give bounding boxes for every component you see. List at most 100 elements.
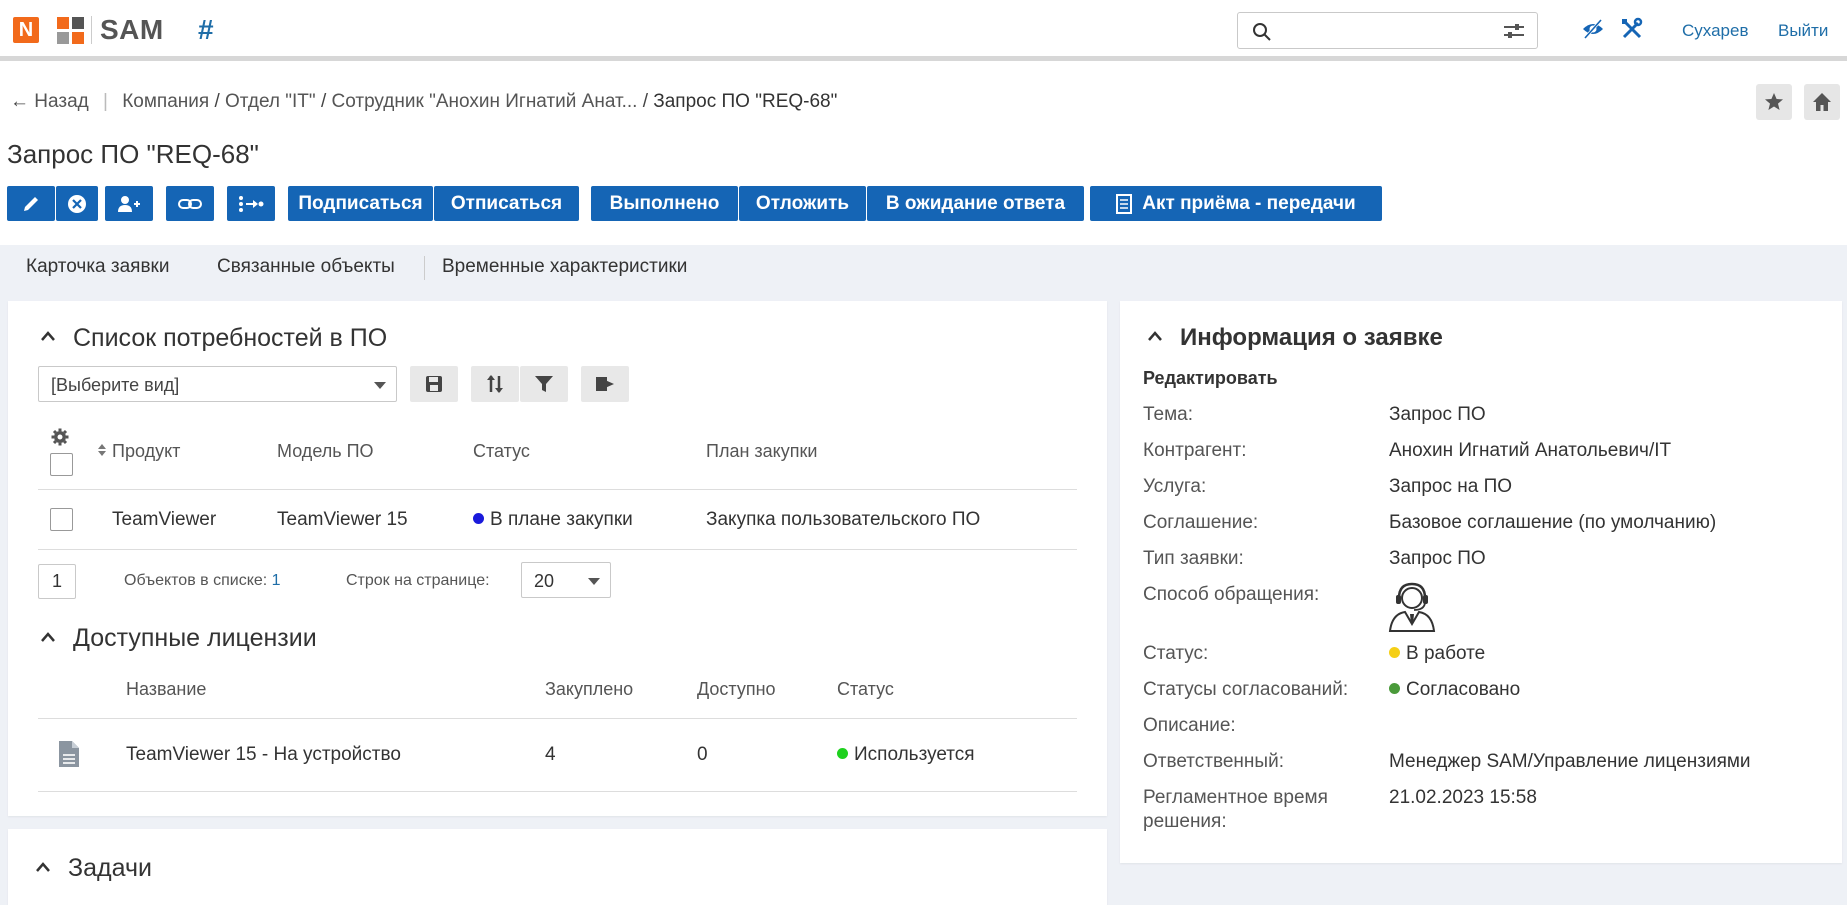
collapse-licenses-icon[interactable] [40,631,56,643]
back-link[interactable]: Назад [34,91,88,112]
row-checkbox[interactable] [50,508,73,531]
lic-col-name[interactable]: Название [126,679,206,700]
sort-button[interactable] [471,366,519,402]
add-user-icon [118,195,140,212]
sort-icon [487,375,503,393]
breadcrumb-company[interactable]: Компания [122,91,209,112]
status-text: В работе [1406,643,1486,664]
act-button[interactable]: Акт приёма - передачи [1090,186,1382,221]
rows-per-page-label: Строк на странице: [346,572,490,589]
table-divider [38,549,1077,550]
close-circle-icon [68,194,86,213]
link-button[interactable] [166,186,214,221]
row-model-link[interactable]: TeamViewer 15 [277,509,408,531]
theme-value: Запрос ПО [1389,404,1486,425]
pencil-icon [24,196,38,211]
type-value: Запрос ПО [1389,548,1486,569]
operator-headset-icon [1388,582,1436,632]
status-dot [1389,647,1400,658]
save-view-button[interactable] [410,366,458,402]
col-model[interactable]: Модель ПО [277,441,374,462]
home-button[interactable] [1804,84,1840,120]
status-dot [1389,683,1400,694]
rows-per-page-select[interactable]: 20 [521,562,611,598]
done-button[interactable]: Выполнено [591,186,738,221]
tasks-panel [8,829,1107,905]
filter-settings-icon[interactable] [1503,22,1525,40]
contractor-link[interactable]: Анохин Игнатий Анатольевич/IT [1389,440,1671,462]
type-label: Тип заявки: [1143,548,1244,569]
table-divider [38,489,1077,490]
lic-col-available[interactable]: Доступно [697,679,776,700]
tab-card[interactable]: Карточка заявки [7,246,189,287]
edit-link[interactable]: Редактировать [1143,368,1278,389]
tools-icon[interactable] [1620,17,1644,41]
collapse-tasks-icon[interactable] [35,861,51,873]
lic-col-bought[interactable]: Закуплено [545,679,633,700]
postpone-button[interactable]: Отложить [739,186,866,221]
chevron-down-icon [588,578,600,585]
export-button[interactable] [581,366,629,402]
deadline-label-line1: Регламентное время [1143,787,1328,808]
lic-col-status[interactable]: Статус [837,679,894,700]
search-box[interactable] [1237,12,1538,49]
route-button[interactable] [227,186,275,221]
page-number-button[interactable]: 1 [38,564,76,599]
edit-button[interactable] [7,186,55,221]
license-status: Используется [837,744,975,766]
count-label: Объектов в списке: [124,572,268,589]
service-link[interactable]: Запрос на ПО [1389,476,1512,498]
status-dot [473,513,484,524]
agreement-link[interactable]: Базовое соглашение (по умолчанию) [1389,512,1716,534]
search-icon [1253,23,1271,41]
subscribe-button[interactable]: Подписаться [288,186,433,221]
sort-arrows-icon[interactable] [98,443,106,457]
select-all-checkbox[interactable] [50,453,73,476]
star-icon [1765,93,1783,110]
status-dot [837,748,848,759]
unsubscribe-button[interactable]: Отписаться [434,186,579,221]
agreement-label: Соглашение: [1143,512,1259,533]
cancel-request-button[interactable] [56,186,98,221]
home-icon [1813,93,1831,111]
back-arrow-icon[interactable]: ← [10,91,29,112]
row-plan-link[interactable]: Закупка пользовательского ПО [706,509,980,531]
theme-label: Тема: [1143,404,1194,425]
filter-icon [535,376,553,392]
status-label: Статус: [1143,643,1209,664]
collapse-info-icon[interactable] [1147,330,1163,342]
license-available: 0 [697,744,708,765]
license-name-link[interactable]: TeamViewer 15 - На устройство [126,744,401,766]
col-product[interactable]: Продукт [112,441,180,462]
collapse-needs-icon[interactable] [40,330,56,342]
status-value: В работе [1389,643,1485,665]
waiting-response-button[interactable]: В ожидание ответа [867,186,1084,221]
logout-link[interactable]: Выйти [1778,21,1828,41]
tab-timing[interactable]: Временные характеристики [423,246,706,287]
view-select[interactable]: [Выберите вид] [38,366,397,402]
contractor-label: Контрагент: [1143,440,1247,461]
breadcrumb-employee[interactable]: Сотрудник "Анохин Игнатий Анат... [332,91,638,112]
favorite-button[interactable] [1756,84,1792,120]
route-icon [239,195,264,212]
hash-icon[interactable]: # [198,14,214,46]
deadline-label-line2: решения: [1143,811,1227,832]
search-input[interactable] [1282,19,1482,43]
col-status[interactable]: Статус [473,441,530,462]
chevron-down-icon [374,382,386,389]
tasks-title: Задачи [68,854,152,882]
link-icon [178,198,202,209]
row-product-link[interactable]: TeamViewer [112,509,216,531]
eye-off-icon[interactable] [1581,18,1605,40]
breadcrumb: ← Назад | Компания / Отдел "IT" / Сотруд… [10,91,838,112]
top-bar: N SAM # Сухарев Выйти [0,0,1847,61]
user-link[interactable]: Сухарев [1682,21,1748,41]
responsible-link[interactable]: Менеджер SAM/Управление лицензиями [1389,751,1751,773]
rows-per-page-value: 20 [534,571,555,591]
breadcrumb-department[interactable]: Отдел "IT" [225,91,316,112]
col-plan[interactable]: План закупки [706,441,817,462]
add-user-button[interactable] [105,186,153,221]
tab-related[interactable]: Связанные объекты [198,246,414,287]
gear-icon[interactable] [51,428,69,446]
filter-button[interactable] [520,366,568,402]
